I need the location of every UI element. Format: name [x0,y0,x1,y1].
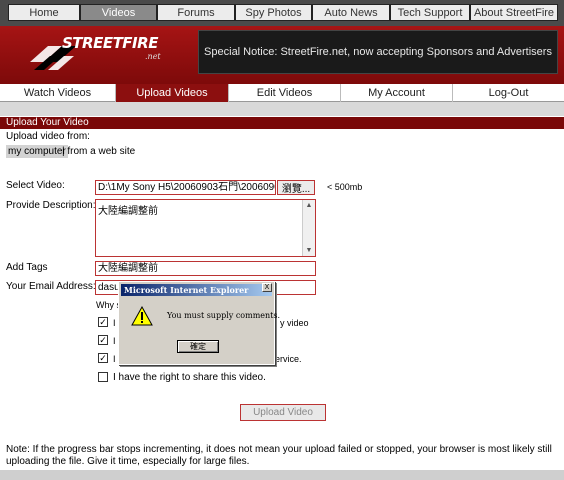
agreement-checkbox-2[interactable]: ✓ [98,335,108,345]
agreement-text-1-end: y video [280,318,309,328]
source-my-computer-link[interactable]: my computer [6,145,68,158]
upload-note: Note: If the progress bar stops incremen… [6,444,552,467]
description-textarea[interactable]: 大陸編調整前 ▲ ▼ [95,199,316,257]
browse-button[interactable]: 瀏覽... [277,180,315,195]
divider-strip [0,102,564,116]
agreement-text-1: I [113,318,116,328]
share-rights-label: I have the right to share this video. [113,372,266,383]
top-nav-videos[interactable]: Videos [80,4,157,21]
sub-nav-my-account[interactable]: My Account [340,84,452,102]
agreement-checkbox-1[interactable]: ✓ [98,317,108,327]
sub-nav: Watch Videos Upload Videos Edit Videos M… [0,84,564,102]
top-nav-about[interactable]: About StreetFire [470,4,558,21]
agreement-text-3-end: ervice. [275,354,302,364]
scroll-up-icon[interactable]: ▲ [303,200,315,211]
share-rights-checkbox[interactable] [98,372,108,382]
description-label: Provide Description: [6,200,96,211]
top-nav-spy-photos[interactable]: Spy Photos [235,4,312,21]
scroll-down-icon[interactable]: ▼ [303,245,315,256]
size-limit-label: < 500mb [327,182,363,192]
sub-nav-log-out[interactable]: Log-Out [452,84,564,102]
tags-input[interactable]: 大陸編調整前 [95,261,316,276]
agreement-text-3: I [113,354,116,364]
top-nav: Home Videos Forums Spy Photos Auto News … [8,4,558,21]
top-nav-forums[interactable]: Forums [157,4,235,21]
banner: STREETFIRE .net Special Notice: StreetFi… [0,26,564,84]
special-notice: Special Notice: StreetFire.net, now acce… [198,30,558,74]
dialog-title[interactable]: Microsoft Internet Explorer [121,284,272,296]
description-text: 大陸編調整前 [98,206,158,217]
section-title: Upload Your Video [0,117,564,129]
top-nav-home[interactable]: Home [8,4,80,21]
alert-dialog: Microsoft Internet Explorer X You must s… [118,281,280,365]
warning-icon [131,306,153,326]
upload-from-label: Upload video from: [6,131,90,142]
select-video-label: Select Video: [6,180,65,191]
agreement-text-2: I [113,336,116,346]
ok-button[interactable]: 確定 [177,340,219,353]
logo-wordmark[interactable]: STREETFIRE [62,34,158,52]
sub-nav-upload-videos[interactable]: Upload Videos [115,84,228,102]
select-video-field[interactable]: D:\1My Sony H5\20060903石門\20060903石 [95,180,276,195]
close-icon[interactable]: X [262,283,272,292]
agreement-checkbox-3[interactable]: ✓ [98,353,108,363]
logo-suffix: .net [145,52,161,61]
top-nav-tech-support[interactable]: Tech Support [390,4,470,21]
description-scrollbar[interactable]: ▲ ▼ [302,200,315,256]
top-nav-bar: Home Videos Forums Spy Photos Auto News … [0,0,564,26]
source-web-site-link[interactable]: | from a web site [62,145,135,158]
top-nav-auto-news[interactable]: Auto News [312,4,390,21]
dialog-message: You must supply comments. [167,311,281,320]
upload-video-button[interactable]: Upload Video [240,404,326,421]
tags-label: Add Tags [6,262,48,273]
sub-nav-watch-videos[interactable]: Watch Videos [0,84,115,102]
footer-strip [0,470,564,480]
sub-nav-edit-videos[interactable]: Edit Videos [228,84,340,102]
email-label: Your Email Address: [6,281,96,292]
